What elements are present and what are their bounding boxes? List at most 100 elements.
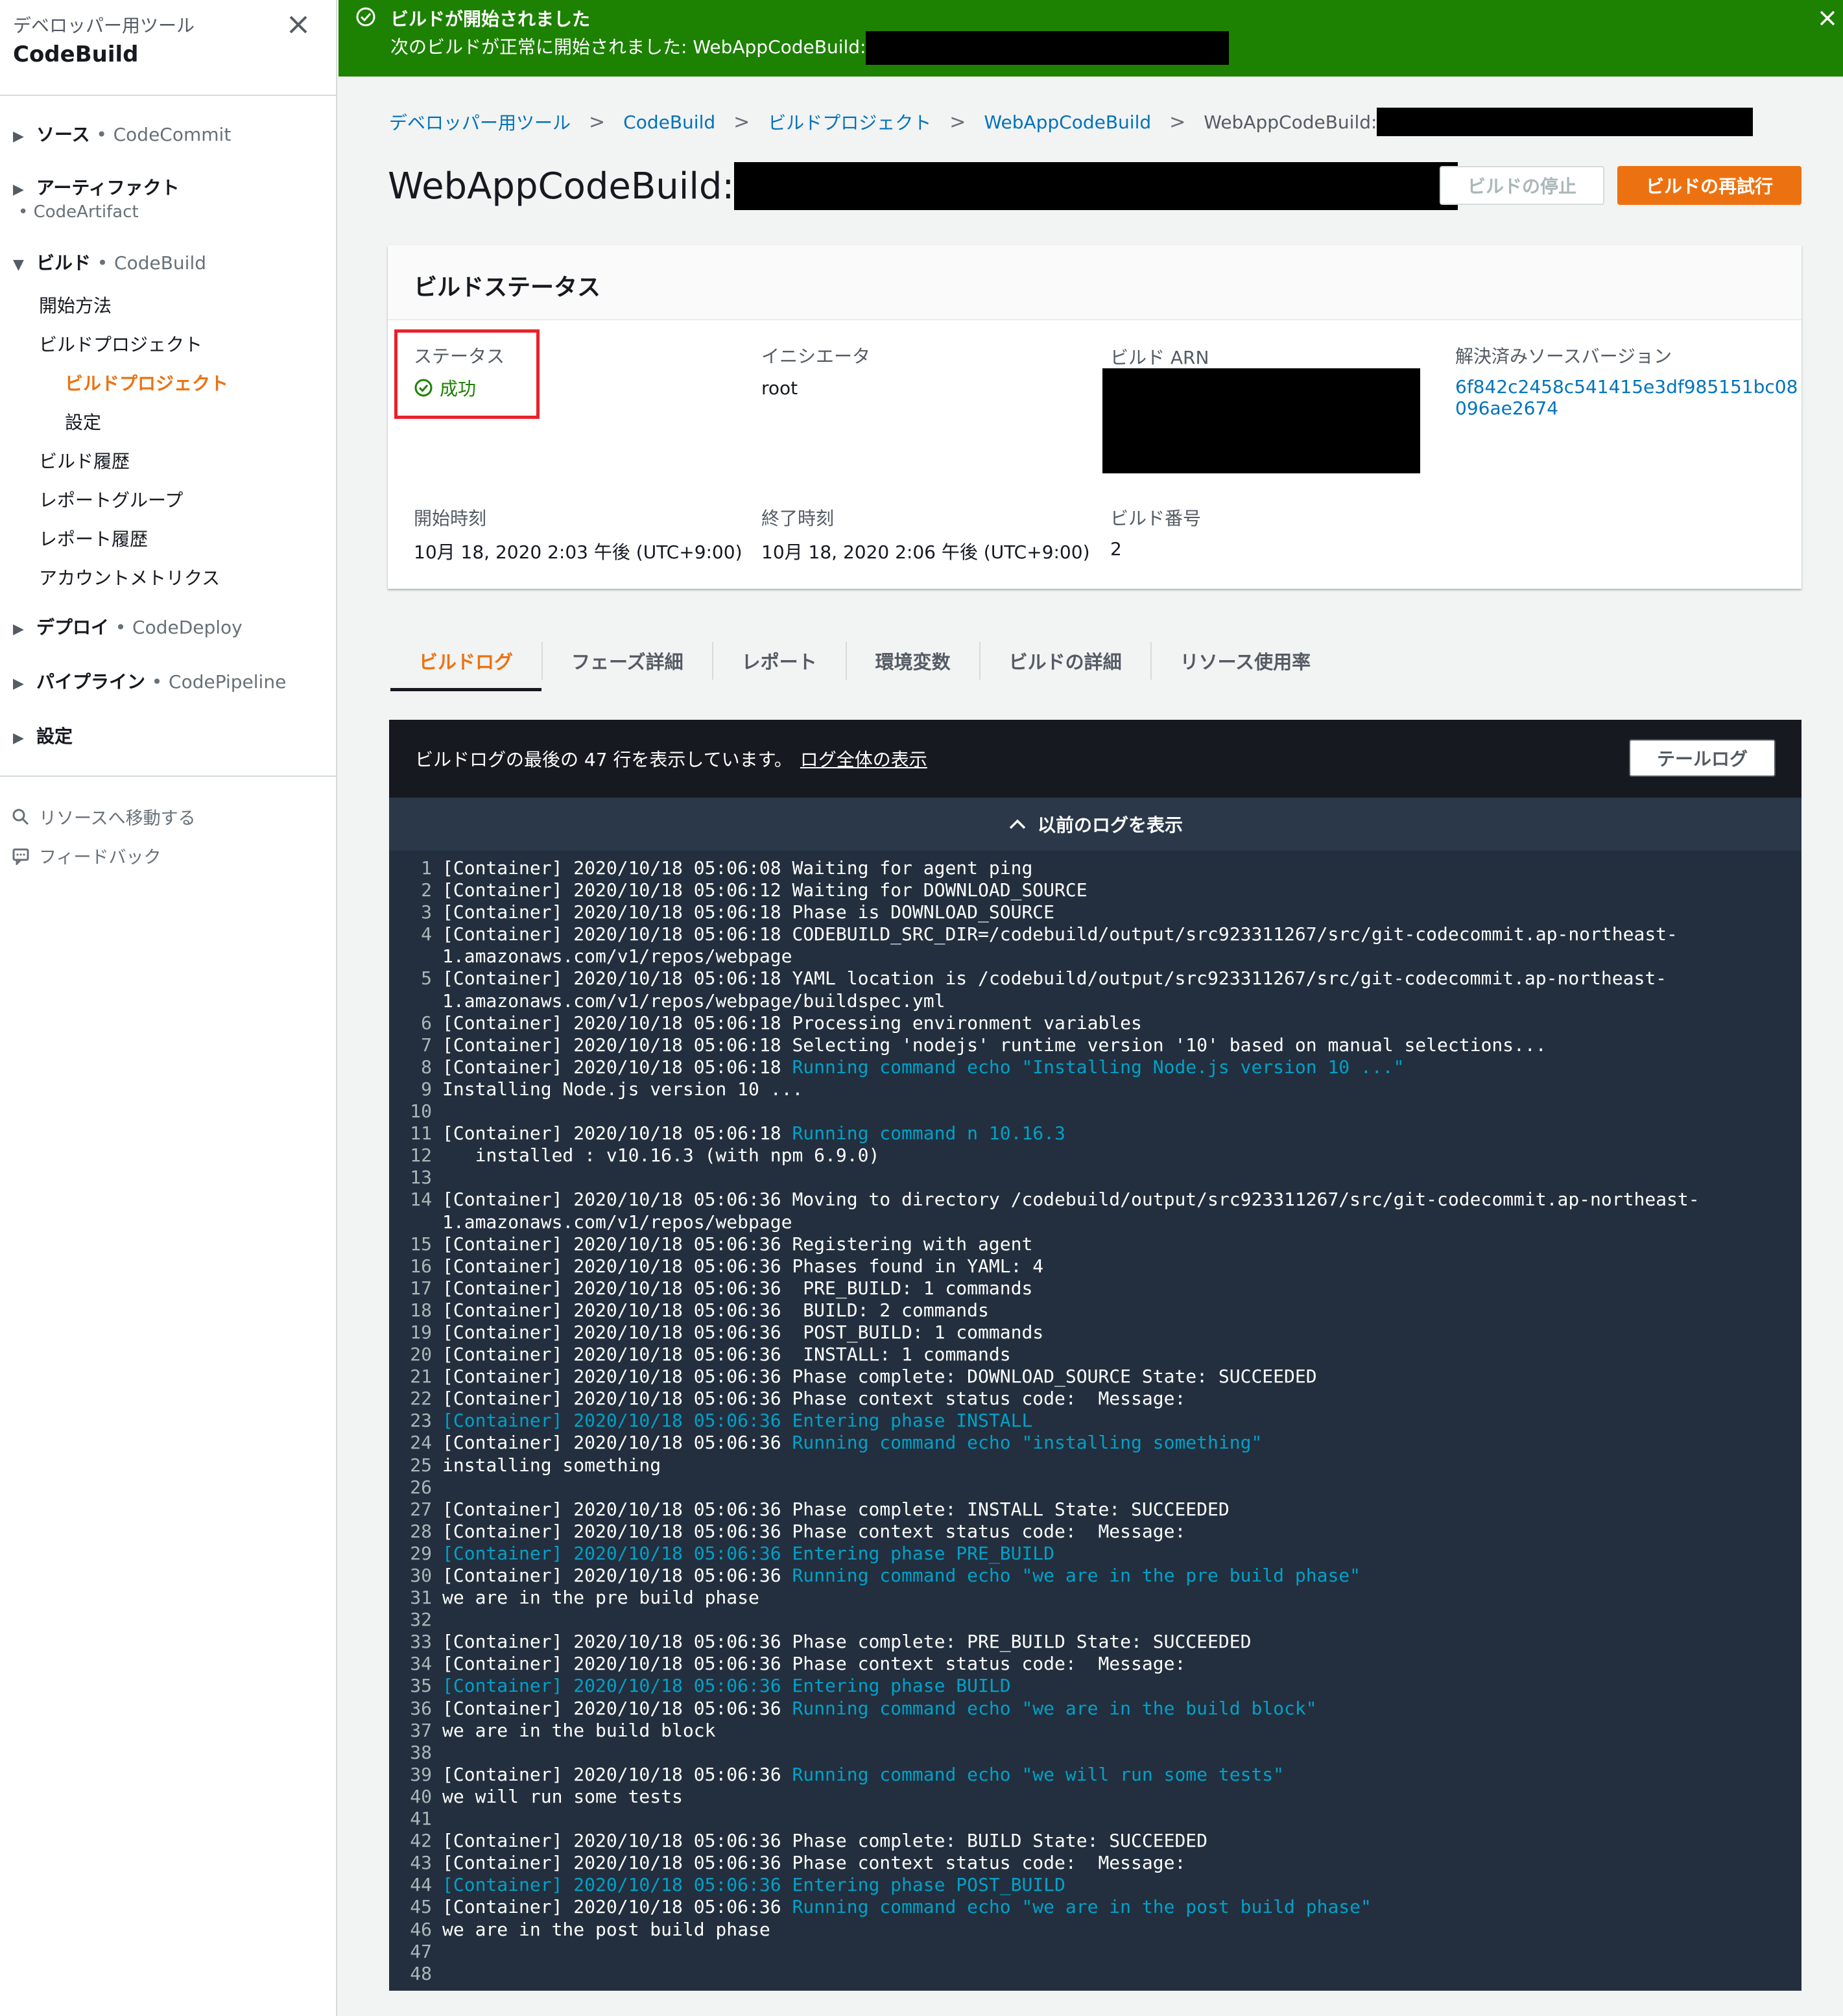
tab-reports[interactable]: レポート [713, 630, 846, 691]
log-text-segment: [Container] 2020/10/18 05:06:36 Phase co… [442, 1520, 1186, 1542]
log-line: 3 [Container] 2020/10/18 05:06:18 Phase i… [389, 901, 1801, 923]
sidebar-item-report-groups[interactable]: レポートグループ [39, 486, 183, 512]
sidebar-item-getting-started[interactable]: 開始方法 [39, 292, 112, 318]
sidebar-item-build-projects[interactable]: ビルドプロジェクト [39, 331, 202, 357]
breadcrumb-build-projects[interactable]: ビルドプロジェクト [768, 109, 931, 135]
log-line-number: 36 [410, 1697, 432, 1719]
view-full-log-link[interactable]: ログ全体の表示 [800, 749, 927, 770]
log-text-segment: installing something [442, 1454, 661, 1476]
log-line-number: 34 [410, 1653, 432, 1675]
page-title-text: WebAppCodeBuild: [388, 165, 735, 208]
log-line-number: 44 [410, 1874, 432, 1896]
sidebar-title[interactable]: CodeBuild [13, 42, 138, 67]
log-text-segment: [Container] 2020/10/18 05:06:18 Processi… [442, 1012, 1142, 1034]
end-time-value: 10月 18, 2020 2:06 午後 (UTC+9:00) [761, 541, 1090, 563]
sidebar-item-settings[interactable]: 設定 [65, 409, 101, 434]
tab-resource-utilization[interactable]: リソース使用率 [1152, 630, 1340, 691]
log-line: 14 [Container] 2020/10/18 05:06:36 Moving… [389, 1189, 1801, 1211]
log-line: 32 [389, 1609, 1801, 1631]
log-text-segment: [Container] 2020/10/18 05:06:36 Phase co… [442, 1653, 1186, 1675]
log-line: 30 [Container] 2020/10/18 05:06:36 Runnin… [389, 1565, 1801, 1587]
log-line-text: [Container] 2020/10/18 05:06:36 Moving t… [442, 1189, 1801, 1211]
sidebar-go-to-resource[interactable]: リソースへ移動する [12, 804, 196, 829]
log-line: 1.amazonaws.com/v1/repos/webpage/buildsp… [389, 990, 1801, 1012]
log-line-text: [Container] 2020/10/18 05:06:36 Phase co… [442, 1521, 1801, 1543]
log-line: 1 [Container] 2020/10/18 05:06:08 Waiting… [389, 857, 1801, 879]
tab-environment-variables[interactable]: 環境変数 [847, 630, 979, 691]
log-line-text: [Container] 2020/10/18 05:06:36 Entering… [442, 1874, 1801, 1896]
log-line: 47 [389, 1941, 1801, 1963]
log-text-segment: [Container] 2020/10/18 05:06:36 Phase co… [442, 1498, 1230, 1520]
log-line-text: [Container] 2020/10/18 05:06:36 Phase co… [442, 1653, 1801, 1675]
log-line: 36 [Container] 2020/10/18 05:06:36 Runnin… [389, 1698, 1801, 1720]
close-icon[interactable] [1816, 6, 1839, 30]
sidebar-section-build[interactable]: ▼ ビルド • CodeBuild [13, 249, 206, 275]
breadcrumb-codebuild[interactable]: CodeBuild [623, 112, 715, 133]
card-header: ビルドステータス [388, 245, 1801, 320]
log-text-segment: [Container] 2020/10/18 05:06:36 Phase co… [442, 1830, 1208, 1852]
close-icon[interactable] [285, 12, 311, 38]
log-line-text: [Container] 2020/10/18 05:06:36 BUILD: 2… [442, 1299, 1801, 1322]
build-number-label: ビルド番号 [1110, 508, 1202, 529]
tab-build-logs[interactable]: ビルドログ [390, 630, 542, 691]
breadcrumb-developer-tools[interactable]: デベロッパー用ツール [389, 109, 571, 135]
log-line-number: 37 [410, 1719, 432, 1741]
log-line-number: 42 [410, 1830, 432, 1852]
sidebar-section-artifact-service[interactable]: • CodeArtifact [18, 202, 139, 222]
log-command-segment: [Container] 2020/10/18 05:06:36 Entering… [442, 1542, 1055, 1564]
log-line: 46 we are in the post build phase [389, 1919, 1801, 1941]
log-line-text [442, 1609, 1801, 1631]
sidebar-item-report-history[interactable]: レポート履歴 [39, 525, 148, 551]
log-command-segment: Running command echo "installing somethi… [792, 1432, 1263, 1454]
stop-build-button[interactable]: ビルドの停止 [1440, 166, 1604, 205]
log-line: 8 [Container] 2020/10/18 05:06:18 Running… [389, 1056, 1801, 1078]
source-version-link[interactable]: 6f842c2458c541415e3df985151bc08 096ae267… [1455, 376, 1798, 419]
log-line: 2 [Container] 2020/10/18 05:06:12 Waiting… [389, 879, 1801, 901]
sidebar-service-name[interactable]: デベロッパー用ツール [13, 12, 195, 38]
tail-logs-button[interactable]: テールログ [1629, 739, 1776, 777]
retry-build-button[interactable]: ビルドの再試行 [1617, 166, 1801, 205]
log-line-number: 4 [421, 923, 432, 945]
log-text-segment: we are in the post build phase [442, 1918, 770, 1940]
log-line-number: 35 [410, 1675, 432, 1697]
log-command-segment: Running command echo "Installing Node.js… [792, 1056, 1405, 1078]
breadcrumb-project[interactable]: WebAppCodeBuild [984, 112, 1151, 133]
sidebar-item-account-metrics[interactable]: アカウントメトリクス [39, 564, 220, 590]
log-command-segment: Running command n 10.16.3 [792, 1122, 1065, 1144]
sidebar-section-label: ソース [36, 124, 90, 145]
chevron-right-icon: > [733, 110, 750, 134]
sidebar-section-source[interactable]: ▶ ソース • CodeCommit [13, 121, 231, 147]
log-text-segment: Installing Node.js version 10 ... [442, 1078, 803, 1100]
sidebar-section-pipeline[interactable]: ▶ パイプライン • CodePipeline [13, 668, 286, 694]
sidebar-feedback[interactable]: フィードバック [12, 843, 161, 868]
log-line-text [442, 1941, 1801, 1963]
show-previous-logs-button[interactable]: 以前のログを表示 [389, 798, 1801, 851]
log-line-text: [Container] 2020/10/18 05:06:36 Phases f… [442, 1255, 1801, 1277]
log-line-number: 14 [410, 1189, 432, 1211]
log-line: 17 [Container] 2020/10/18 05:06:36 PRE_BU… [389, 1277, 1801, 1299]
sidebar-section-deploy[interactable]: ▶ デプロイ • CodeDeploy [13, 613, 243, 639]
log-line: 35 [Container] 2020/10/18 05:06:36 Enteri… [389, 1675, 1801, 1697]
log-line: 1.amazonaws.com/v1/repos/webpage [389, 1211, 1801, 1233]
log-text-segment: [Container] 2020/10/18 05:06:36 POST_BUI… [442, 1321, 1044, 1343]
log-line-number: 32 [410, 1609, 432, 1631]
sidebar-section-service: CodeBuild [114, 252, 206, 274]
log-line: 13 [389, 1167, 1801, 1189]
log-command-segment: Running command echo "we are in the buil… [792, 1697, 1317, 1719]
log-line-number: 38 [410, 1741, 432, 1763]
log-line: 24 [Container] 2020/10/18 05:06:36 Runnin… [389, 1432, 1801, 1454]
sidebar-section-settings[interactable]: ▶ 設定 [13, 722, 73, 748]
log-text-segment: we are in the build block [442, 1719, 716, 1741]
tab-build-details[interactable]: ビルドの詳細 [981, 630, 1150, 691]
log-line: 42 [Container] 2020/10/18 05:06:36 Phase … [389, 1830, 1801, 1852]
build-number-value: 2 [1110, 538, 1122, 560]
page-title: WebAppCodeBuild: [388, 162, 1458, 210]
side-navigation: デベロッパー用ツール CodeBuild ▶ ソース • CodeCommit ▶… [0, 0, 337, 2016]
sidebar-item-build-projects-active[interactable]: ビルドプロジェクト [65, 370, 228, 396]
tab-phase-details[interactable]: フェーズ詳細 [543, 630, 712, 691]
sidebar-item-build-history[interactable]: ビルド履歴 [39, 447, 130, 473]
sidebar-section-artifact[interactable]: ▶ アーティファクト [13, 174, 180, 200]
build-arn-label: ビルド ARN [1110, 347, 1209, 368]
log-line: 44 [Container] 2020/10/18 05:06:36 Enteri… [389, 1874, 1801, 1896]
source-version-line: 096ae2674 [1455, 397, 1559, 419]
